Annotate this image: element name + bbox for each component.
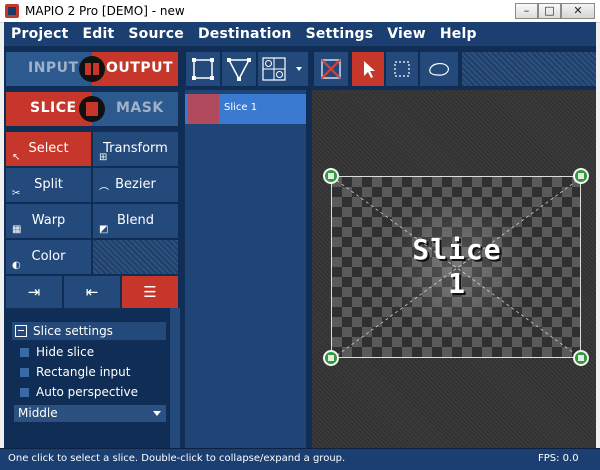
grid-slice-icon bbox=[262, 57, 302, 81]
rect-select-icon bbox=[394, 61, 410, 77]
slice-color-swatch bbox=[188, 94, 219, 124]
menu-source[interactable]: Source bbox=[121, 22, 191, 43]
delete-slice-tool-button[interactable] bbox=[314, 52, 348, 86]
color-icon: ◐ bbox=[12, 260, 21, 271]
output-label: OUTPUT bbox=[106, 60, 173, 76]
tool-blend-label: Blend bbox=[116, 213, 155, 228]
minimize-button[interactable]: – bbox=[515, 3, 538, 19]
tool-empty-slot bbox=[93, 240, 178, 274]
auto-perspective-checkbox[interactable] bbox=[20, 388, 29, 397]
menu-project[interactable]: Project bbox=[4, 22, 75, 43]
tab-output-list[interactable]: ⇤ bbox=[64, 276, 120, 308]
tab-input-list[interactable]: ⇥ bbox=[6, 276, 62, 308]
cursor-icon: ↖ bbox=[12, 152, 21, 163]
maximize-button[interactable]: □ bbox=[538, 3, 561, 19]
corner-handle-top-right[interactable] bbox=[573, 168, 589, 184]
menu-help[interactable]: Help bbox=[433, 22, 484, 43]
tool-split-label: Split bbox=[34, 177, 63, 192]
auto-perspective-option[interactable]: Auto perspective bbox=[20, 383, 138, 401]
delete-slice-icon bbox=[321, 59, 341, 79]
rect-select-tool-button[interactable] bbox=[386, 52, 418, 86]
status-message: One click to select a slice. Double-clic… bbox=[8, 453, 346, 464]
input-label: INPUT bbox=[28, 60, 79, 76]
window-title: MAPIO 2 Pro [DEMO] - new bbox=[25, 4, 185, 18]
grid-slice-tool-button[interactable] bbox=[258, 52, 308, 86]
pointer-icon bbox=[364, 61, 375, 78]
tool-select-label: Select bbox=[28, 141, 69, 156]
main-area: INPUT OUTPUT SLICE MASK ↖ Select ⊞ Trans… bbox=[4, 46, 596, 448]
rectangle-input-option[interactable]: Rectangle input bbox=[20, 363, 130, 381]
rectangle-slice-tool-button[interactable] bbox=[186, 52, 220, 86]
app-logo-icon bbox=[5, 4, 19, 18]
import-icon: ⇥ bbox=[27, 283, 41, 301]
slice-label: SLICE bbox=[30, 100, 77, 116]
tool-color-button[interactable]: ◐ Color bbox=[6, 240, 91, 274]
collapse-icon[interactable] bbox=[15, 325, 27, 337]
slice-settings-title: Slice settings bbox=[33, 324, 113, 338]
mask-label: MASK bbox=[116, 100, 164, 116]
lasso-icon bbox=[429, 62, 449, 76]
menu-view[interactable]: View bbox=[380, 22, 433, 43]
pointer-tool-button[interactable] bbox=[352, 52, 384, 86]
triangle-slice-icon bbox=[227, 58, 251, 81]
tool-transform-label: Transform bbox=[103, 141, 168, 156]
title-bar: MAPIO 2 Pro [DEMO] - new – □ ✕ bbox=[0, 0, 600, 23]
io-toggle-icon[interactable] bbox=[79, 56, 105, 82]
slice-settings-panel: Slice settings Hide slice Rectangle inpu… bbox=[8, 312, 169, 448]
sliders-icon: ☰ bbox=[143, 283, 157, 301]
slice-quad[interactable]: Slice 1 bbox=[331, 176, 582, 359]
corner-handle-bottom-left[interactable] bbox=[323, 350, 339, 366]
export-icon: ⇤ bbox=[85, 283, 99, 301]
slice-item-label: Slice 1 bbox=[224, 102, 258, 113]
tool-blend-button[interactable]: ◩ Blend bbox=[93, 204, 178, 238]
tool-bezier-label: Bezier bbox=[115, 177, 156, 192]
toolbar-empty-area bbox=[462, 52, 596, 86]
output-canvas[interactable]: Slice 1 bbox=[312, 90, 596, 448]
split-icon: ✂ bbox=[12, 188, 21, 199]
settings-scrollbar[interactable] bbox=[170, 308, 180, 448]
tool-color-label: Color bbox=[31, 249, 66, 264]
tool-bezier-button[interactable]: ⌒ Bezier bbox=[93, 168, 178, 202]
tab-settings[interactable]: ☰ bbox=[122, 276, 178, 308]
close-button[interactable]: ✕ bbox=[561, 3, 595, 19]
rectangle-slice-icon bbox=[192, 58, 214, 80]
rectangle-input-label: Rectangle input bbox=[36, 365, 131, 379]
tool-split-button[interactable]: ✂ Split bbox=[6, 168, 91, 202]
list-item[interactable]: Slice 1 bbox=[185, 94, 306, 124]
status-bar: One click to select a slice. Double-clic… bbox=[0, 448, 600, 470]
tool-warp-button[interactable]: ▦ Warp bbox=[6, 204, 91, 238]
hide-slice-checkbox[interactable] bbox=[20, 348, 29, 357]
menu-settings[interactable]: Settings bbox=[299, 22, 381, 43]
tool-transform-button[interactable]: ⊞ Transform bbox=[93, 132, 178, 166]
bezier-icon: ⌒ bbox=[99, 188, 109, 199]
blend-icon: ◩ bbox=[99, 224, 109, 235]
hide-slice-label: Hide slice bbox=[36, 345, 95, 359]
transform-icon: ⊞ bbox=[99, 152, 108, 163]
slice-settings-header[interactable]: Slice settings bbox=[12, 322, 166, 340]
triangle-slice-tool-button[interactable] bbox=[222, 52, 256, 86]
menu-edit[interactable]: Edit bbox=[75, 22, 121, 43]
fps-readout: FPS: 0.0 bbox=[538, 453, 579, 464]
app-window: MAPIO 2 Pro [DEMO] - new – □ ✕ Project E… bbox=[0, 0, 600, 470]
slice-title-line1: Slice bbox=[412, 233, 502, 266]
slice-list-panel: Slice 1 bbox=[185, 90, 306, 448]
corner-handle-top-left[interactable] bbox=[323, 168, 339, 184]
alignment-dropdown-value: Middle bbox=[18, 406, 58, 420]
alignment-dropdown[interactable]: Middle bbox=[14, 405, 166, 422]
slice-mask-toggle-icon[interactable] bbox=[79, 96, 105, 122]
warp-icon: ▦ bbox=[12, 224, 22, 235]
rectangle-input-checkbox[interactable] bbox=[20, 368, 29, 377]
tool-select-button[interactable]: ↖ Select bbox=[6, 132, 91, 166]
menu-bar: Project Edit Source Destination Settings… bbox=[4, 22, 596, 46]
menu-destination[interactable]: Destination bbox=[191, 22, 299, 43]
tool-warp-label: Warp bbox=[31, 213, 66, 228]
chevron-down-icon bbox=[153, 411, 161, 416]
lasso-tool-button[interactable] bbox=[420, 52, 458, 86]
auto-perspective-label: Auto perspective bbox=[36, 385, 138, 399]
slice-title-line2: 1 bbox=[448, 267, 466, 300]
hide-slice-option[interactable]: Hide slice bbox=[20, 343, 94, 361]
corner-handle-bottom-right[interactable] bbox=[573, 350, 589, 366]
